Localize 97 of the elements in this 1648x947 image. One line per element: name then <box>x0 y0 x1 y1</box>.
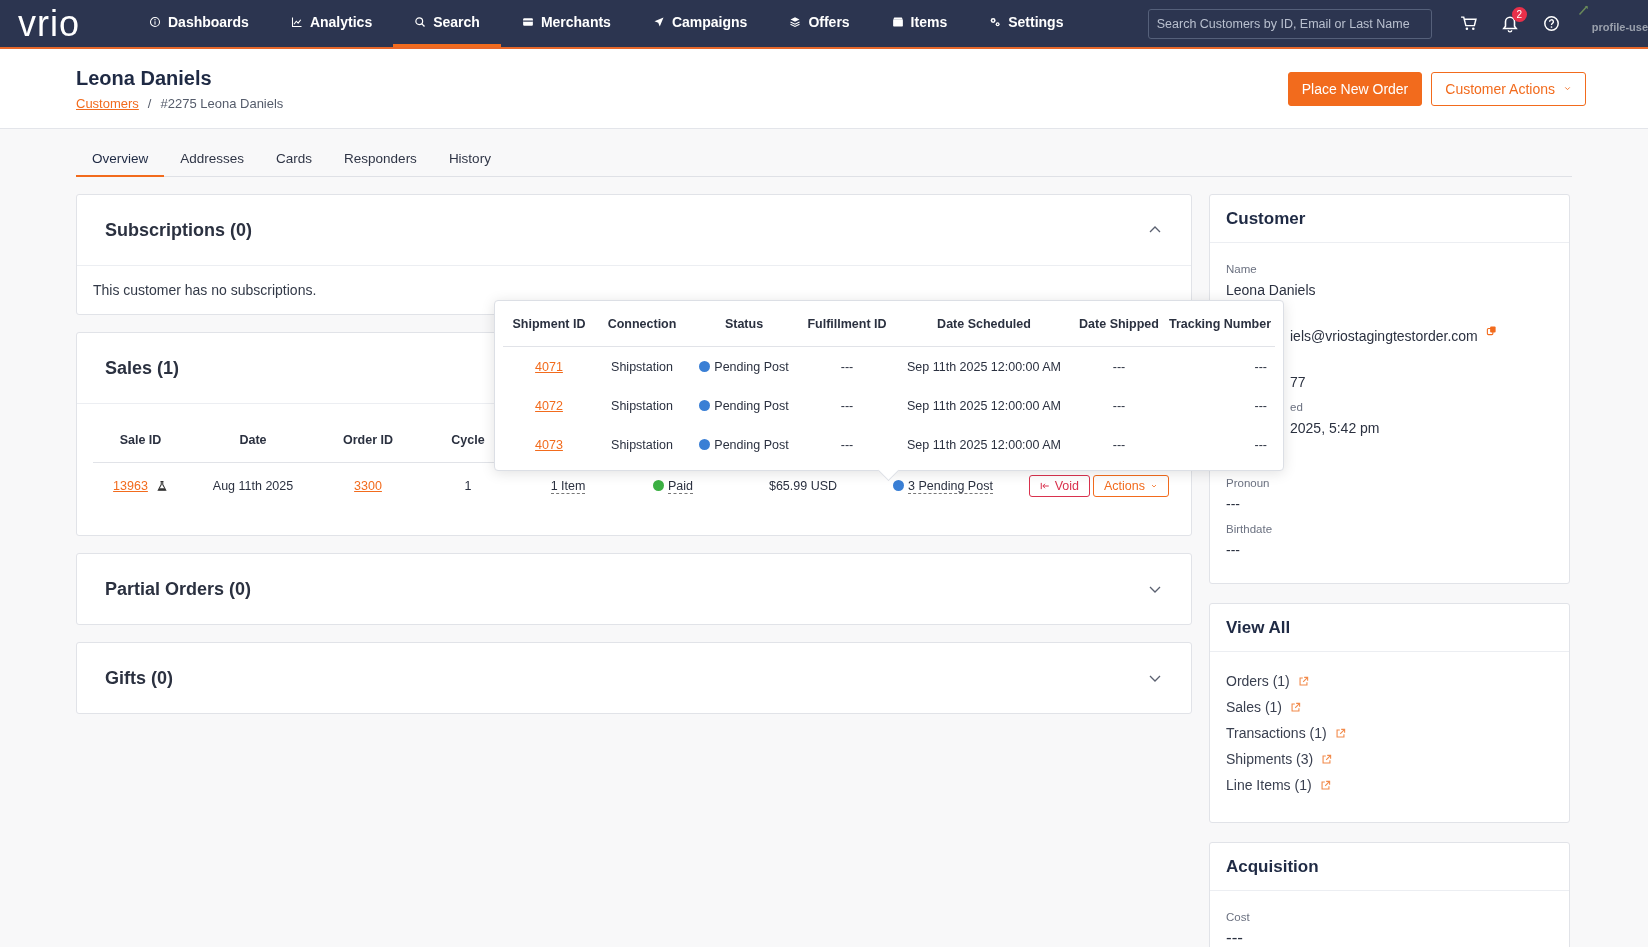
column-header: Date Shipped <box>1078 316 1160 331</box>
nav-item[interactable]: Offers <box>768 0 871 47</box>
status-text: Pending Post <box>714 359 789 374</box>
tab[interactable]: Cards <box>260 141 329 177</box>
table-cell-text: Shipstation <box>610 437 674 452</box>
search-icon <box>414 16 427 28</box>
column-header: Cycle <box>450 433 486 447</box>
nav-item[interactable]: Campaigns <box>631 0 769 47</box>
notification-badge: 2 <box>1511 6 1527 22</box>
field-label: Cost <box>1226 911 1250 923</box>
table-cell-text: Sep 11th 2025 12:00:00 AM <box>905 437 1063 452</box>
field-value: Leona Daniels <box>1226 281 1316 300</box>
tab[interactable]: History <box>432 141 507 177</box>
flask-icon <box>155 480 168 492</box>
column-header: Date <box>238 433 268 447</box>
table-cell-text: --- <box>1253 437 1268 452</box>
view-all-link[interactable]: Transactions (1) <box>1226 725 1327 741</box>
table-cell-text: --- <box>1111 398 1127 413</box>
caret-icon <box>1563 84 1572 93</box>
column-header: Date Scheduled <box>936 316 1032 331</box>
field-value: --- <box>1226 541 1240 560</box>
nav-item[interactable]: Analytics <box>269 0 394 47</box>
nav-item[interactable]: Dashboards <box>128 0 270 47</box>
profile-name[interactable]: profile-use <box>1591 20 1648 33</box>
view-all-link[interactable]: Shipments (3) <box>1226 751 1314 767</box>
items-link[interactable]: 1 Item <box>550 479 586 494</box>
box-icon <box>891 16 904 28</box>
table-cell-text: 1 <box>463 479 473 493</box>
table-cell-text: Sep 11th 2025 12:00:00 AM <box>905 398 1063 413</box>
field-label: Pronoun <box>1226 477 1270 489</box>
view-all-link[interactable]: Sales (1) <box>1226 699 1283 715</box>
column-header: Shipment ID <box>511 316 587 331</box>
table-cell-text: Shipstation <box>610 398 674 413</box>
view-all-link[interactable]: Line Items (1) <box>1226 777 1312 793</box>
logo[interactable]: vrio <box>18 0 118 47</box>
void-button[interactable]: Void <box>1028 475 1090 497</box>
column-header: Status <box>723 316 765 331</box>
view-all-link[interactable]: Orders (1) <box>1226 673 1290 689</box>
column-header: Sale ID <box>118 433 163 447</box>
section-title: Gifts (0) <box>105 667 173 689</box>
nav-item[interactable]: Merchants <box>500 0 632 47</box>
customer-name-title: Leona Daniels <box>76 66 213 90</box>
card-icon <box>521 16 534 28</box>
panel-title: View All <box>1226 617 1291 638</box>
tab[interactable]: Addresses <box>164 141 261 177</box>
empty-message: This customer has no subscriptions. <box>93 282 318 298</box>
table-cell-text: --- <box>1111 359 1127 374</box>
field-value: 2025, 5:42 pm <box>1290 419 1380 438</box>
status-text: Pending Post <box>714 437 789 452</box>
field-label: Birthdate <box>1226 523 1273 535</box>
column-header: Connection <box>606 316 678 331</box>
search-field[interactable]: Search Customers by ID, Email or Last Name <box>1147 8 1432 39</box>
field-value: --- <box>1226 927 1243 947</box>
table-cell-text: Aug 11th 2025 <box>211 479 295 493</box>
field-value: iels@vriostagingtestorder.com <box>1290 327 1478 346</box>
copy-icon[interactable] <box>1485 325 1497 336</box>
column-header: Fulfillment ID <box>806 316 888 331</box>
table-cell-text: Sep 11th 2025 12:00:00 AM <box>905 359 1063 374</box>
panel-title: Acquisition <box>1226 856 1319 877</box>
table-cell-text: --- <box>839 398 855 413</box>
status-text: Pending Post <box>714 398 789 413</box>
info-icon <box>149 16 161 28</box>
panel-title: Customer <box>1226 208 1306 229</box>
breadcrumb-separator: / <box>147 95 152 111</box>
table-cell-text: $65.99 USD <box>767 479 839 493</box>
cart-icon[interactable] <box>1459 15 1477 32</box>
nav-item[interactable]: Items <box>870 0 969 47</box>
table-cell-text: --- <box>1111 437 1127 452</box>
field-value: --- <box>1226 495 1240 514</box>
payment-status[interactable]: Paid <box>668 479 693 494</box>
table-cell-text: --- <box>1253 398 1268 413</box>
gears-icon <box>989 16 1002 28</box>
send-icon <box>652 16 665 28</box>
caret-icon <box>1150 482 1158 490</box>
shipment-status[interactable]: 3 Pending Post <box>908 479 993 494</box>
table-cell-text: --- <box>839 437 855 452</box>
field-label: ed <box>1290 401 1303 413</box>
field-value: 77 <box>1290 373 1306 392</box>
bell-icon[interactable] <box>1500 14 1519 33</box>
section-title: Sales (1) <box>105 357 180 379</box>
broken-image-icon <box>1577 3 1590 16</box>
breadcrumb-current: #2275 Leona Daniels <box>160 95 284 111</box>
section-title: Partial Orders (0) <box>105 578 252 600</box>
nav-item[interactable]: Settings <box>968 0 1085 47</box>
table-cell-text: --- <box>1253 359 1268 374</box>
help-icon[interactable] <box>1542 15 1560 32</box>
tab[interactable]: Overview <box>76 141 165 177</box>
table-cell-text: --- <box>839 359 855 374</box>
undo-arrow-icon <box>1039 481 1050 491</box>
column-header: Tracking Number <box>1167 316 1273 331</box>
line-chart-icon <box>290 16 303 28</box>
tab[interactable]: Responders <box>328 141 433 177</box>
column-header: Order ID <box>342 433 394 447</box>
table-cell-text: Shipstation <box>610 359 674 374</box>
field-label: Name <box>1226 263 1257 275</box>
section-title: Subscriptions (0) <box>105 219 252 241</box>
layers-icon <box>789 16 802 28</box>
